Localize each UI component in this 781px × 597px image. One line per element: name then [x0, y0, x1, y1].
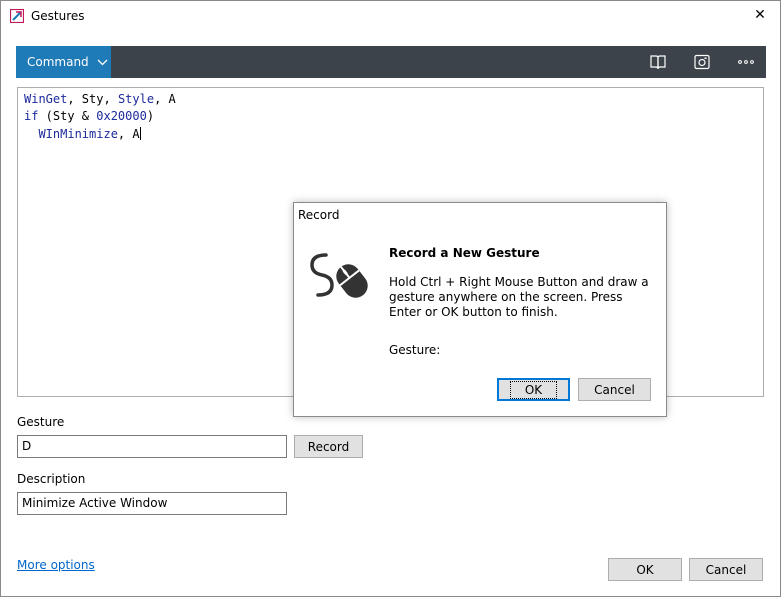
gesture-label: Gesture [17, 415, 65, 429]
title-bar: Gestures ✕ [1, 1, 780, 33]
dialog-ok-button[interactable]: OK [497, 378, 570, 401]
record-button-label: Record [307, 439, 350, 454]
command-dropdown-button[interactable]: Command [16, 46, 111, 78]
chevron-down-icon [97, 59, 108, 65]
code-token: WInMinimize [24, 127, 118, 141]
close-icon[interactable]: ✕ [750, 7, 770, 23]
more-options-link[interactable]: More options [17, 558, 95, 572]
app-icon [10, 9, 24, 23]
code-token: , A [154, 92, 176, 106]
code-token: WinGet [24, 92, 68, 106]
screenshot-icon[interactable] [693, 54, 711, 70]
ok-button-label: OK [636, 562, 654, 577]
gesture-input[interactable]: D [17, 435, 287, 458]
code-token: 0x20000 [96, 109, 147, 123]
gesture-value: D [22, 439, 32, 453]
command-label: Command [27, 55, 89, 69]
cancel-button[interactable]: Cancel [689, 558, 763, 581]
code-token: if [24, 109, 39, 123]
code-line: WinGet, Sty, Style, A [24, 92, 176, 106]
code-token: , Sty, [67, 92, 118, 106]
more-icon[interactable] [737, 54, 755, 70]
dialog-ok-label: OK [509, 380, 558, 399]
dialog-message: Hold Ctrl + Right Mouse Button and draw … [389, 275, 649, 319]
description-input[interactable]: Minimize Active Window [17, 492, 287, 515]
record-button[interactable]: Record [294, 435, 363, 458]
window-title: Gestures [31, 9, 85, 23]
code-line: if (Sty & 0x20000) [24, 109, 154, 123]
text-caret [139, 127, 141, 140]
dialog-gesture-label: Gesture: [389, 343, 441, 357]
code-token: ) [146, 109, 155, 123]
record-dialog: Record Record a New Gesture Hold Ctrl + … [293, 202, 667, 417]
description-value: Minimize Active Window [22, 496, 168, 510]
dialog-cancel-label: Cancel [594, 382, 635, 397]
toolbar: Command [16, 46, 766, 78]
mouse-gesture-icon [310, 253, 368, 298]
code-token: Style [117, 92, 155, 106]
description-label: Description [17, 472, 86, 486]
code-line: WInMinimize, A [24, 127, 141, 141]
code-token: (Sty & [38, 109, 97, 123]
dialog-title: Record [298, 208, 340, 222]
ok-button[interactable]: OK [608, 558, 682, 581]
gestures-window: Gestures ✕ Command WinGet, Sty, Style, A… [0, 0, 781, 597]
cancel-button-label: Cancel [705, 562, 747, 577]
dialog-heading: Record a New Gesture [389, 246, 540, 260]
dialog-cancel-button[interactable]: Cancel [578, 378, 651, 401]
book-icon[interactable] [649, 54, 667, 70]
code-token: , A [117, 127, 140, 141]
